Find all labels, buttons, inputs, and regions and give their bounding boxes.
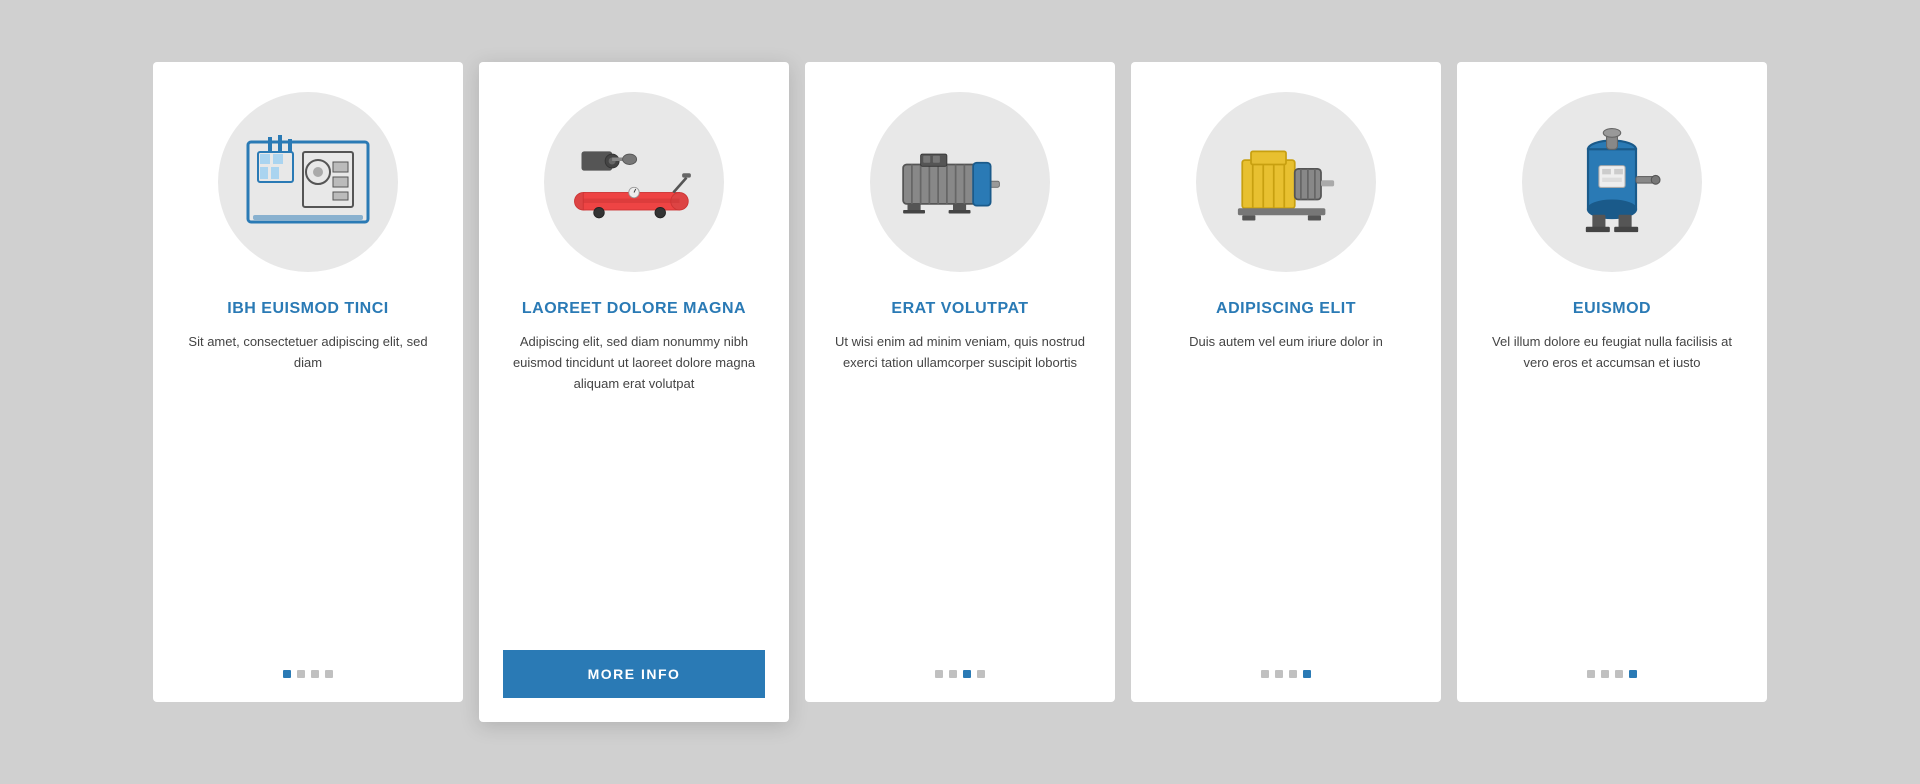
dot-3 — [963, 670, 971, 678]
card-2-text: Adipiscing elit, sed diam nonummy nibh e… — [503, 332, 765, 630]
card-3-title: ERAT VOLUTPAT — [891, 300, 1028, 318]
card-3-text: Ut wisi enim ad minim veniam, quis nostr… — [829, 332, 1091, 646]
card-4-text: Duis autem vel eum iriure dolor in — [1189, 332, 1383, 646]
card-2-image — [544, 92, 724, 272]
card-5-image — [1522, 92, 1702, 272]
dot-4 — [977, 670, 985, 678]
card-1-dots — [283, 670, 333, 678]
dot-4 — [1629, 670, 1637, 678]
card-2: LAOREET DOLORE MAGNA Adipiscing elit, se… — [479, 62, 789, 722]
dot-1 — [935, 670, 943, 678]
card-2-title: LAOREET DOLORE MAGNA — [522, 300, 746, 318]
card-3-image — [870, 92, 1050, 272]
card-4: ADIPISCING ELIT Duis autem vel eum iriur… — [1131, 62, 1441, 702]
card-1-image — [218, 92, 398, 272]
dot-2 — [1275, 670, 1283, 678]
card-1-text: Sit amet, consectetuer adipiscing elit, … — [177, 332, 439, 646]
card-1-title: IBH EUISMOD TINCI — [227, 300, 388, 318]
more-info-button[interactable]: MORE INFO — [503, 650, 765, 698]
card-4-dots — [1261, 670, 1311, 678]
card-1: IBH EUISMOD TINCI Sit amet, consectetuer… — [153, 62, 463, 702]
dot-2 — [297, 670, 305, 678]
card-5-text: Vel illum dolore eu feugiat nulla facili… — [1481, 332, 1743, 646]
dot-2 — [1601, 670, 1609, 678]
card-4-title: ADIPISCING ELIT — [1216, 300, 1356, 318]
dot-3 — [1289, 670, 1297, 678]
dot-1 — [283, 670, 291, 678]
card-5: EUISMOD Vel illum dolore eu feugiat null… — [1457, 62, 1767, 702]
card-4-image — [1196, 92, 1376, 272]
cards-container: IBH EUISMOD TINCI Sit amet, consectetuer… — [60, 62, 1860, 722]
dot-4 — [325, 670, 333, 678]
dot-2 — [949, 670, 957, 678]
dot-3 — [311, 670, 319, 678]
card-5-dots — [1587, 670, 1637, 678]
dot-1 — [1261, 670, 1269, 678]
dot-1 — [1587, 670, 1595, 678]
dot-3 — [1615, 670, 1623, 678]
dot-4 — [1303, 670, 1311, 678]
card-3: ERAT VOLUTPAT Ut wisi enim ad minim veni… — [805, 62, 1115, 702]
card-5-title: EUISMOD — [1573, 300, 1651, 318]
card-3-dots — [935, 670, 985, 678]
